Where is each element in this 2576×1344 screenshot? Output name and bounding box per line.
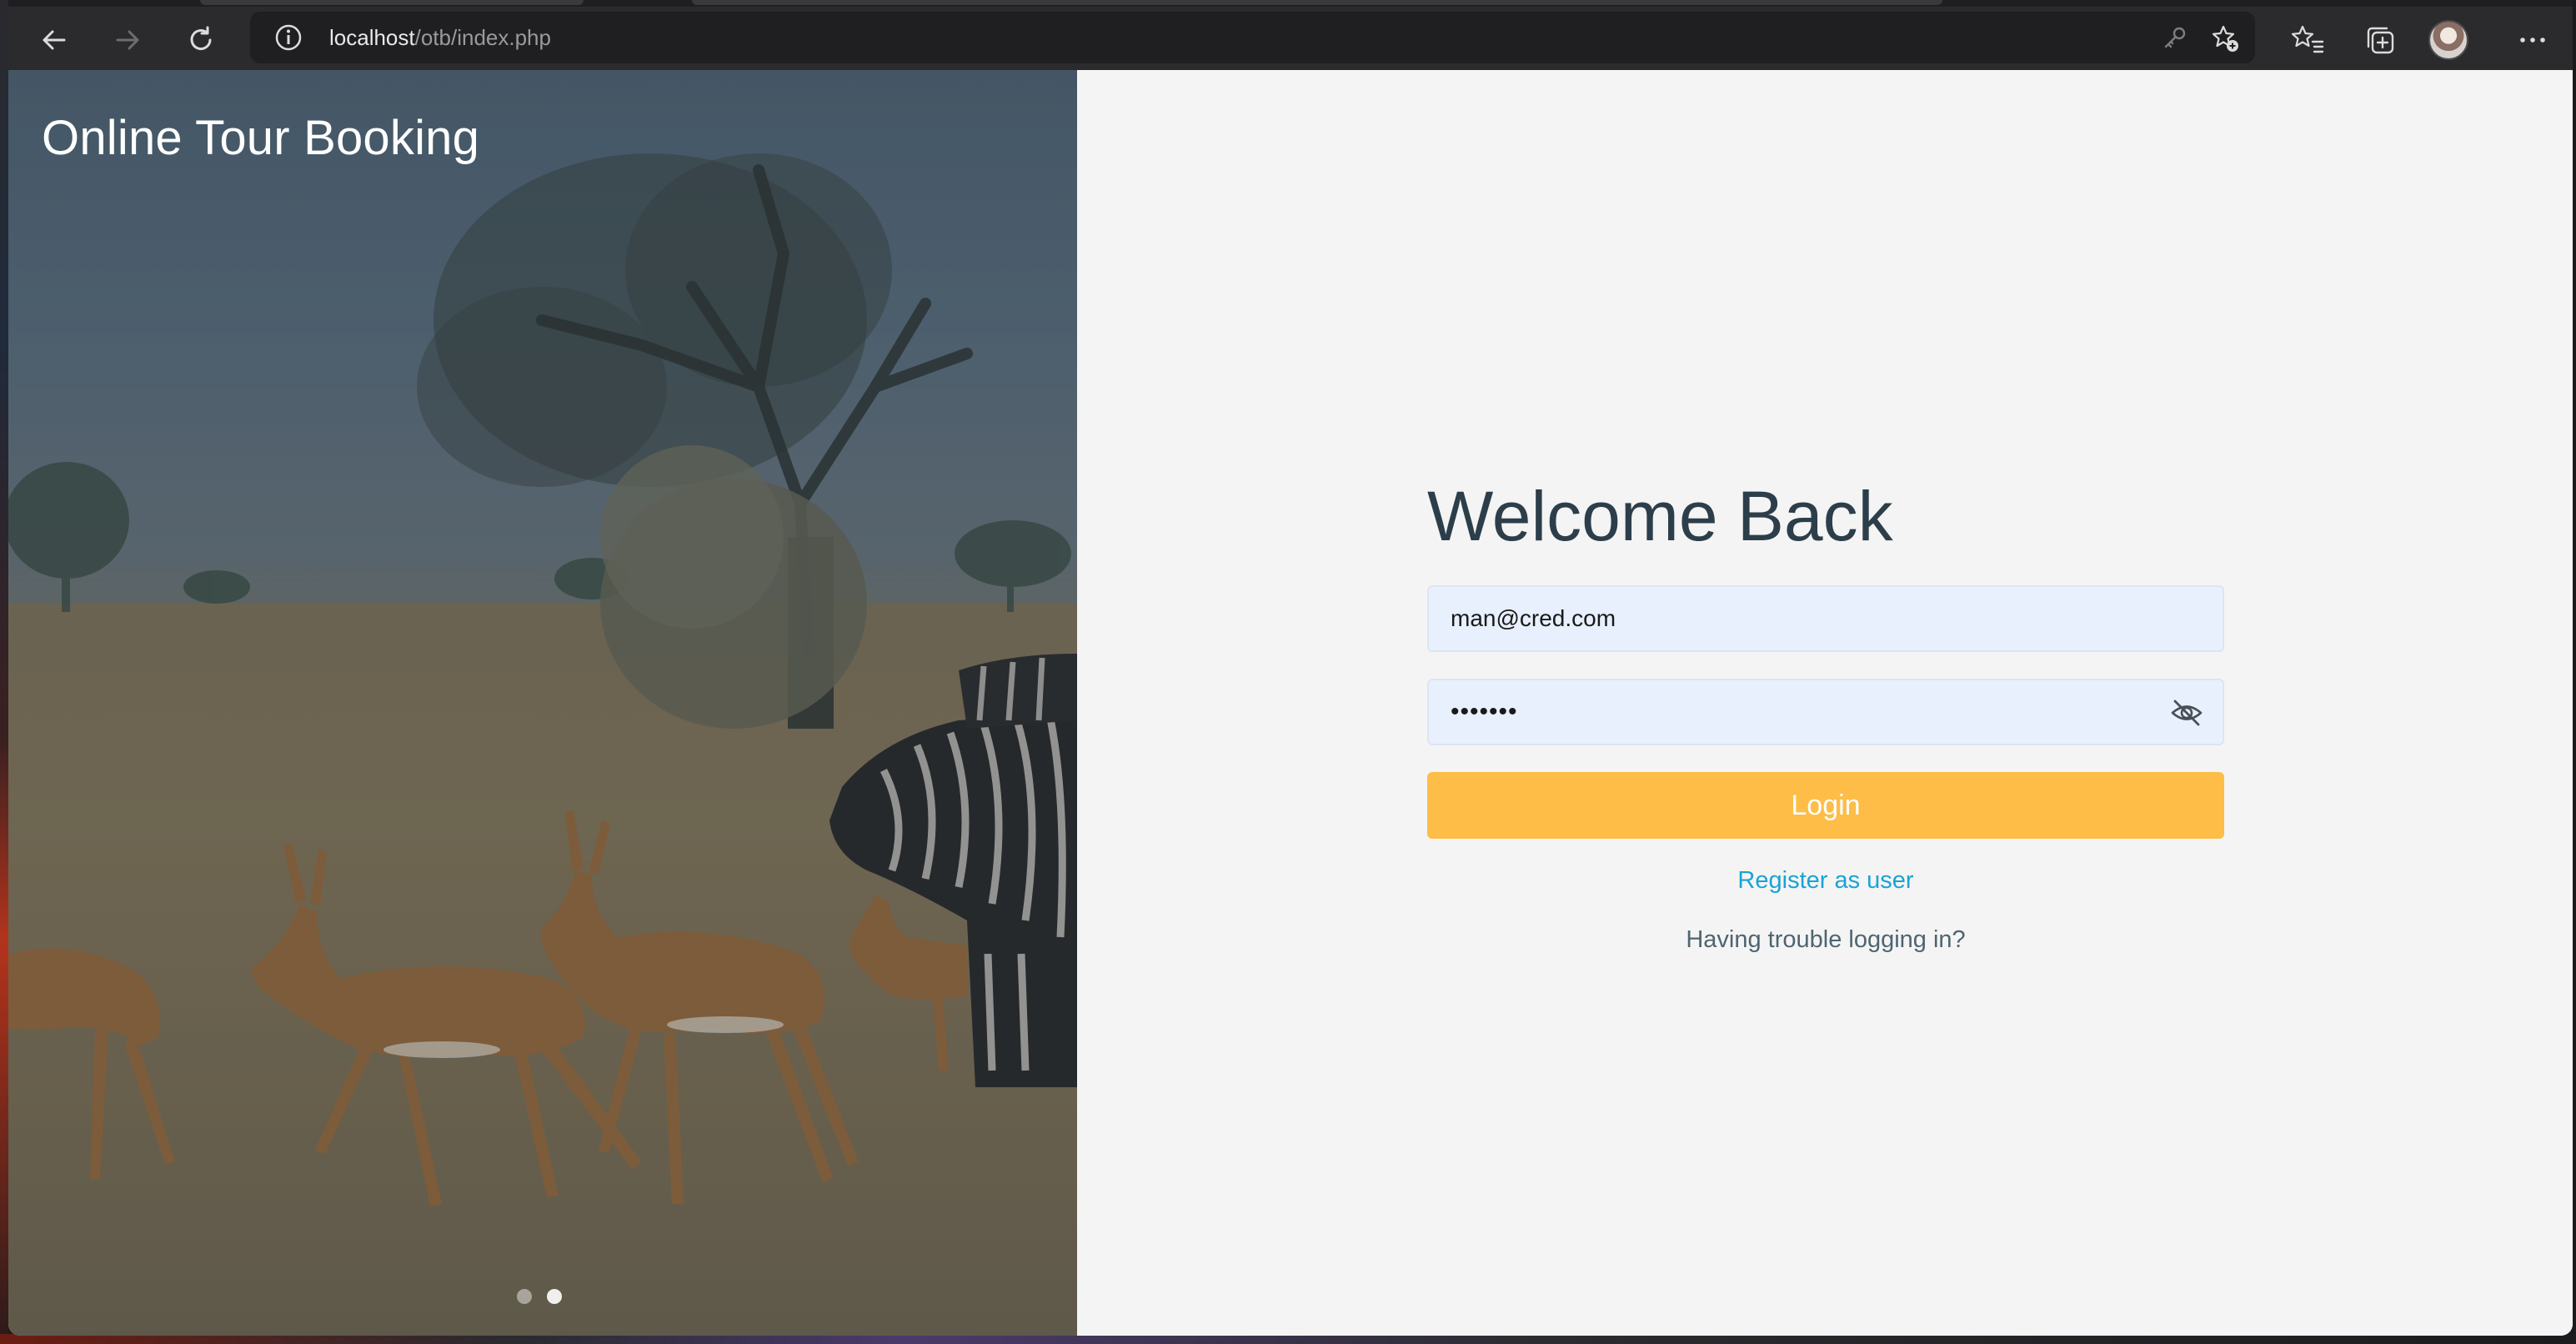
profile-avatar[interactable] xyxy=(2428,20,2468,60)
browser-toolbar: localhost/otb/index.php xyxy=(8,7,2573,70)
collections-button[interactable] xyxy=(2362,22,2398,58)
tab-hint[interactable] xyxy=(692,0,1942,5)
info-icon[interactable] xyxy=(273,23,303,53)
favorites-list-icon xyxy=(2291,25,2324,53)
reload-button[interactable] xyxy=(176,15,226,65)
address-bar[interactable]: localhost/otb/index.php xyxy=(250,12,2255,63)
collections-icon xyxy=(2367,27,2394,54)
carousel-indicators xyxy=(517,1289,562,1304)
carousel-dot-1[interactable] xyxy=(517,1289,532,1304)
back-button[interactable] xyxy=(29,15,79,65)
tab-hint[interactable] xyxy=(200,0,584,5)
forward-arrow-icon xyxy=(116,30,139,50)
eye-off-icon[interactable] xyxy=(2169,695,2204,730)
web-page: Online Tour Booking Welcome Back man@cre… xyxy=(8,70,2573,1336)
register-link[interactable]: Register as user xyxy=(1427,867,2224,895)
more-icon xyxy=(2520,38,2545,43)
email-value: man@cred.com xyxy=(1451,605,1616,631)
back-arrow-icon xyxy=(43,30,66,50)
email-field[interactable]: man@cred.com xyxy=(1427,585,2224,652)
trouble-login-link[interactable]: Having trouble logging in? xyxy=(1427,926,2224,954)
hero-image-carousel: Online Tour Booking xyxy=(8,70,1077,1336)
password-value: ••••••• xyxy=(1451,698,1518,725)
forward-button[interactable] xyxy=(103,15,153,65)
login-panel: Welcome Back man@cred.com ••••••• Login … xyxy=(1077,70,2573,1336)
carousel-dot-2[interactable] xyxy=(547,1289,562,1304)
login-form: Welcome Back man@cred.com ••••••• Login … xyxy=(1427,470,2224,954)
browser-window: localhost/otb/index.php Online Tour Book… xyxy=(8,0,2573,1336)
key-icon[interactable] xyxy=(2159,23,2191,54)
password-field[interactable]: ••••••• xyxy=(1427,679,2224,745)
url-host: localhost xyxy=(329,25,415,50)
favorites-button[interactable] xyxy=(2289,22,2326,58)
login-button[interactable]: Login xyxy=(1427,772,2224,839)
reload-icon xyxy=(190,26,212,51)
welcome-heading: Welcome Back xyxy=(1427,477,1893,555)
desktop-background-edge xyxy=(0,0,8,1344)
tab-strip xyxy=(8,0,2573,7)
star-plus-icon[interactable] xyxy=(2209,23,2241,54)
url-path: /otb/index.php xyxy=(414,25,551,50)
site-brand-title[interactable]: Online Tour Booking xyxy=(42,110,479,166)
settings-menu-button[interactable] xyxy=(2514,22,2551,58)
url-text[interactable]: localhost/otb/index.php xyxy=(329,12,551,63)
image-overlay xyxy=(8,70,1077,1336)
